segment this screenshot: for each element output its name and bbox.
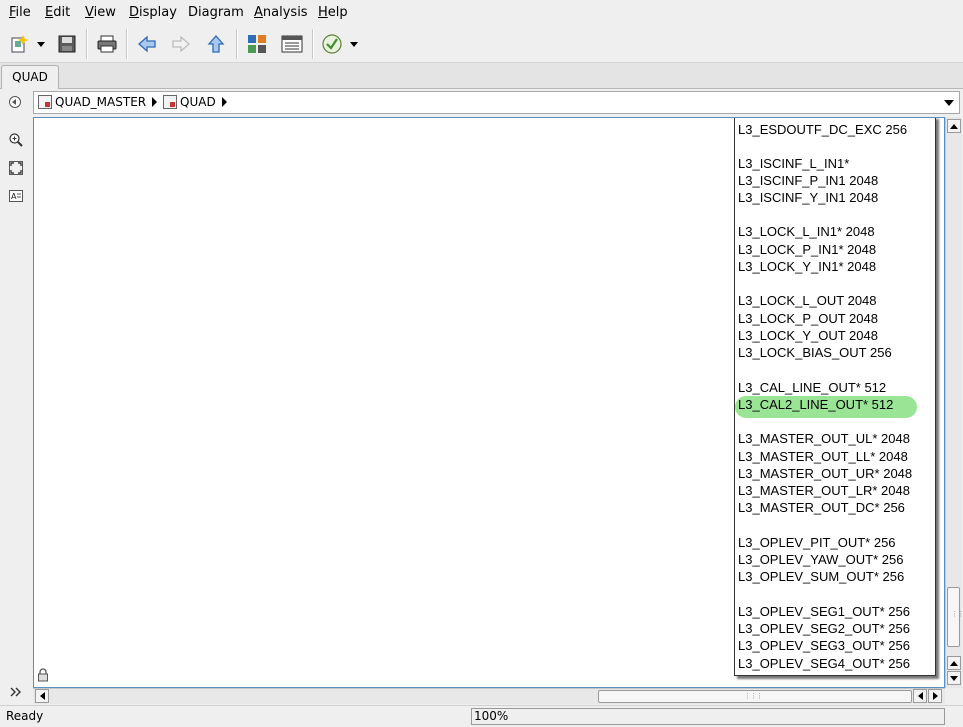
breadcrumb-item-quad-master[interactable]: QUAD_MASTER [38,95,158,109]
svg-text:A: A [11,192,17,201]
signal-label: L3_ISCINF_P_IN1 2048 [738,173,879,188]
signal-label: L3_CAL_LINE_OUT* 512 [738,380,887,395]
menu-help[interactable]: Help [318,5,348,20]
menu-edit[interactable]: Edit [45,5,70,20]
scroll-up-button[interactable] [947,119,961,133]
diagram-canvas[interactable]: L3_ESDOUTF_DC_EXC 256 L3_ISCINF_L_IN1* L… [33,117,945,688]
signal-label: L3_MASTER_OUT_UL* 2048 [738,431,910,446]
signal-label-highlighted: L3_CAL2_LINE_OUT* 512 [738,397,894,412]
breadcrumb-separator-icon[interactable] [221,97,227,107]
toolbar [0,26,963,63]
scroll-right-button[interactable] [928,689,942,703]
zoom-in-icon[interactable] [7,131,25,149]
subsystem-icon [38,95,52,109]
menu-analysis[interactable]: Analysis [254,5,308,20]
signal-label: L3_OPLEV_SUM_OUT* 256 [738,569,905,584]
fit-to-view-icon[interactable] [7,159,25,177]
subsystem-icon [163,95,177,109]
check-icon[interactable] [318,30,346,58]
signal-label: L3_OPLEV_YAW_OUT* 256 [738,552,904,567]
breadcrumb: QUAD_MASTER QUAD [33,91,960,114]
signal-label: L3_OPLEV_PIT_OUT* 256 [738,535,896,550]
status-text: Ready [6,709,44,723]
check-dropdown-icon[interactable] [345,30,363,58]
library-icon[interactable] [243,30,271,58]
scroll-left-button[interactable] [35,689,49,703]
tab-quad[interactable]: QUAD [1,65,59,89]
properties-icon[interactable] [278,30,306,58]
forward-arrow-icon [167,30,195,58]
signal-label: L3_LOCK_P_IN1* 2048 [738,242,877,257]
scroll-left-button-2[interactable] [913,689,927,703]
tab-strip: QUAD [0,63,963,89]
signal-label: L3_LOCK_L_OUT 2048 [738,293,877,308]
signal-label: L3_OPLEV_SEG1_OUT* 256 [738,604,910,619]
signal-label: L3_MASTER_OUT_UR* 2048 [738,466,913,481]
signal-label: L3_OPLEV_SEG3_OUT* 256 [738,638,910,653]
signal-label: L3_LOCK_Y_OUT 2048 [738,328,878,343]
up-arrow-icon[interactable] [202,30,230,58]
menu-view[interactable]: View [85,5,116,20]
signal-label: L3_MASTER_OUT_LL* 2048 [738,449,908,464]
scroll-down-button[interactable] [947,671,961,685]
annotation-icon[interactable]: A [7,187,25,205]
signal-label: L3_MASTER_OUT_DC* 256 [738,500,905,515]
signal-label: L3_ESDOUTF_DC_EXC 256 [738,122,908,137]
signal-label: L3_MASTER_OUT_LR* 2048 [738,483,910,498]
grip-icon: ⋮⋮ [951,610,963,618]
menu-display[interactable]: Display [129,5,177,20]
new-block-icon[interactable] [6,30,34,58]
vertical-scroll-thumb[interactable]: ⋮⋮ [947,587,963,647]
status-bar: Ready 100% [0,705,963,727]
new-dropdown-icon[interactable] [32,30,50,58]
save-icon[interactable] [53,30,81,58]
signal-label: L3_ISCINF_Y_IN1 2048 [738,190,879,205]
signal-label: L3_LOCK_Y_IN1* 2048 [738,259,877,274]
menu-diagram[interactable]: Diagram [188,5,244,20]
signal-label: L3_LOCK_L_IN1* 2048 [738,224,875,239]
print-icon[interactable] [93,30,121,58]
horizontal-scrollbar[interactable]: ⋮⋮⋮ [33,688,945,704]
menu-bar: File Edit View Display Diagram Analysis … [0,0,963,26]
signal-label: L3_OPLEV_SEG2_OUT* 256 [738,621,910,636]
breadcrumb-separator-icon[interactable] [152,97,158,107]
back-arrow-icon[interactable] [133,30,161,58]
breadcrumb-dropdown-icon[interactable] [944,100,954,106]
grip-icon: ⋮⋮⋮ [744,692,763,700]
horizontal-scroll-thumb[interactable]: ⋮⋮⋮ [598,690,912,703]
signal-list-block[interactable]: L3_ESDOUTF_DC_EXC 256 L3_ISCINF_L_IN1* L… [734,118,936,676]
menu-file[interactable]: File [9,5,31,20]
signal-label: L3_ISCINF_L_IN1* [738,156,850,171]
signal-label: L3_LOCK_BIAS_OUT 256 [738,345,892,360]
expand-panel-icon[interactable] [7,683,25,701]
signal-label: L3_OPLEV_SEG4_OUT* 256 [738,656,910,671]
signal-label: L3_LOCK_P_OUT 2048 [738,311,878,326]
zoom-level: 100% [471,708,945,725]
navigate-back-icon[interactable] [8,95,24,111]
vertical-scrollbar[interactable]: ⋮⋮ [945,117,963,688]
breadcrumb-item-quad[interactable]: QUAD [163,95,227,109]
lock-icon[interactable] [37,668,49,686]
scroll-up-button-2[interactable] [947,656,961,670]
